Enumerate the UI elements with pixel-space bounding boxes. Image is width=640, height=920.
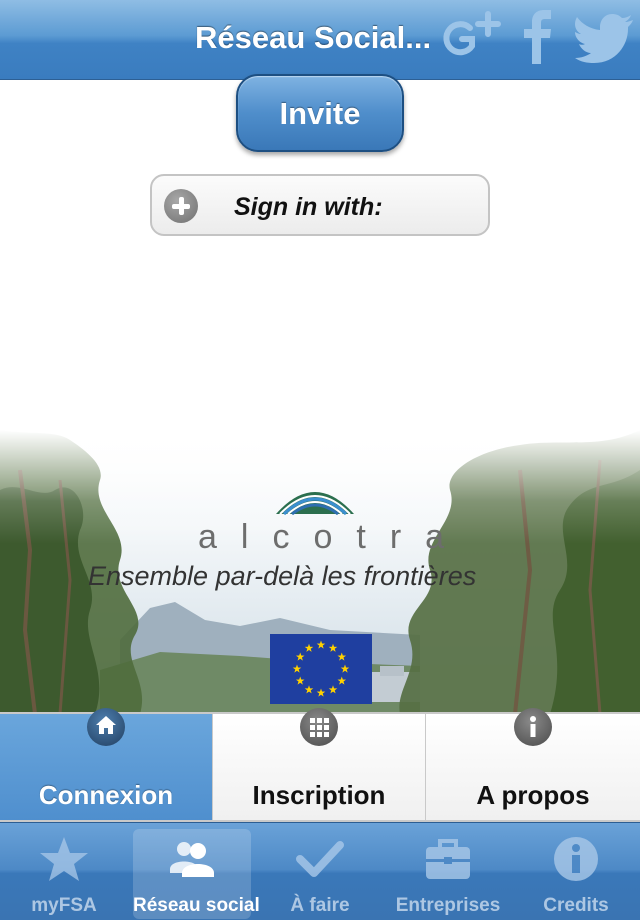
segment-inscription[interactable]: Inscription <box>213 708 426 820</box>
twitter-icon[interactable] <box>575 6 637 68</box>
segment-connexion[interactable]: Connexion <box>0 708 213 820</box>
tab-credits[interactable]: Credits <box>512 823 640 920</box>
briefcase-icon <box>426 839 470 879</box>
sign-in-label: Sign in with: <box>234 193 383 221</box>
plus-icon <box>164 189 198 223</box>
segment-control: Connexion Inscription A propos <box>0 708 640 822</box>
tab-label: myFSA <box>31 895 97 916</box>
segment-label: Connexion <box>38 780 174 810</box>
tab-label: Entreprises <box>395 895 501 916</box>
eu-flag-icon <box>270 634 372 704</box>
tab-a-faire[interactable]: À faire <box>256 823 384 920</box>
tab-bar: myFSA Réseau social À faire Entreprises … <box>0 822 640 920</box>
invite-button[interactable]: Invite <box>236 74 404 152</box>
facebook-icon[interactable] <box>518 6 558 68</box>
info-icon <box>554 837 598 881</box>
banner-tagline: Ensemble par-delà les frontières <box>88 561 477 591</box>
tab-label: Credits <box>543 895 609 916</box>
alcotra-logo-icon <box>276 492 354 516</box>
tab-reseau-social[interactable]: Réseau social <box>133 829 260 919</box>
tab-myfsa[interactable]: myFSA <box>0 823 128 920</box>
page-title: Réseau Social... <box>195 20 432 55</box>
google-plus-icon[interactable] <box>440 6 502 68</box>
info-icon <box>514 708 552 746</box>
segment-label: A propos <box>476 780 590 810</box>
segment-label: Inscription <box>252 780 386 810</box>
navigation-bar: Réseau Social... <box>0 0 640 80</box>
tab-label: À faire <box>290 895 350 916</box>
alcotra-wordmark: alcotra <box>198 518 469 556</box>
star-icon <box>40 837 88 881</box>
tab-entreprises[interactable]: Entreprises <box>384 823 512 920</box>
grid-icon <box>300 708 338 746</box>
people-icon <box>170 842 214 877</box>
sign-in-with-button[interactable]: Sign in with: <box>150 174 490 236</box>
tab-label: Réseau social <box>133 895 260 916</box>
segment-a-propos[interactable]: A propos <box>426 708 640 820</box>
checkmark-icon <box>296 841 344 877</box>
home-icon <box>87 708 125 746</box>
